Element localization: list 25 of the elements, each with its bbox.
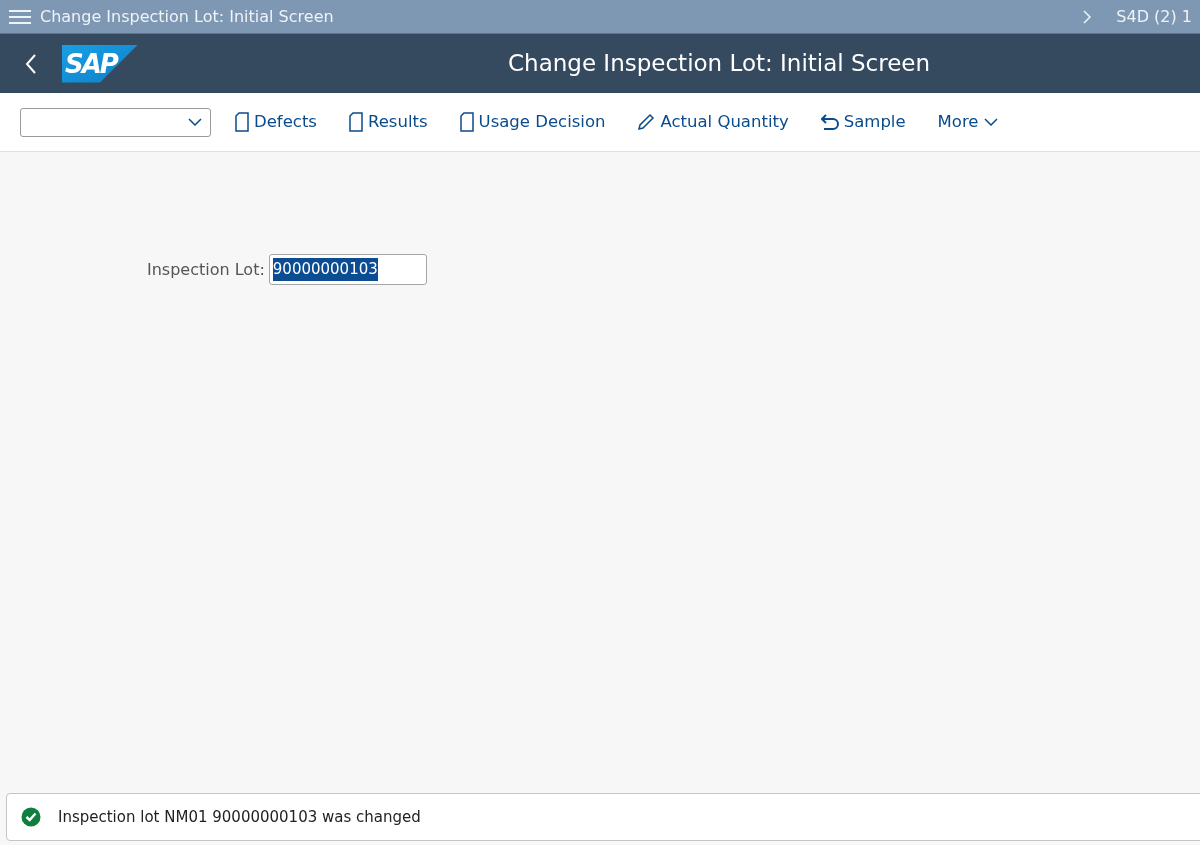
success-icon [21, 807, 41, 827]
inspection-lot-field[interactable]: 90000000103 [268, 254, 427, 285]
document-icon [235, 112, 249, 132]
system-info: S4D (2) 1 [1116, 5, 1192, 28]
toolbar-button[interactable]: Usage Decision [459, 109, 606, 135]
more-button[interactable]: More [937, 109, 998, 135]
undo-icon [820, 113, 839, 131]
status-message: Inspection lot NM01 90000000103 was changed [58, 806, 421, 828]
chevron-down-icon [188, 118, 202, 126]
page-title: Change Inspection Lot: Initial Screen [508, 49, 931, 79]
logo: SAP [62, 44, 138, 83]
toolbar-button[interactable]: Results [348, 109, 428, 135]
window-title: Change Inspection Lot: Initial Screen [40, 5, 334, 28]
document-icon [348, 112, 363, 132]
document-icon [459, 112, 474, 132]
toolbar-button[interactable]: Defects [235, 109, 317, 135]
toolbar-button[interactable]: Sample [820, 109, 906, 135]
toolbar-button[interactable]: Actual Quantity [637, 109, 789, 135]
chevron-down-icon [983, 118, 998, 126]
pencil-icon [637, 113, 656, 131]
dropdown-field[interactable] [20, 107, 211, 137]
field-label: Inspection Lot: [147, 258, 265, 281]
chevron-right-icon[interactable] [1082, 8, 1093, 25]
back-icon[interactable] [24, 52, 38, 75]
menu-icon[interactable] [8, 8, 32, 25]
